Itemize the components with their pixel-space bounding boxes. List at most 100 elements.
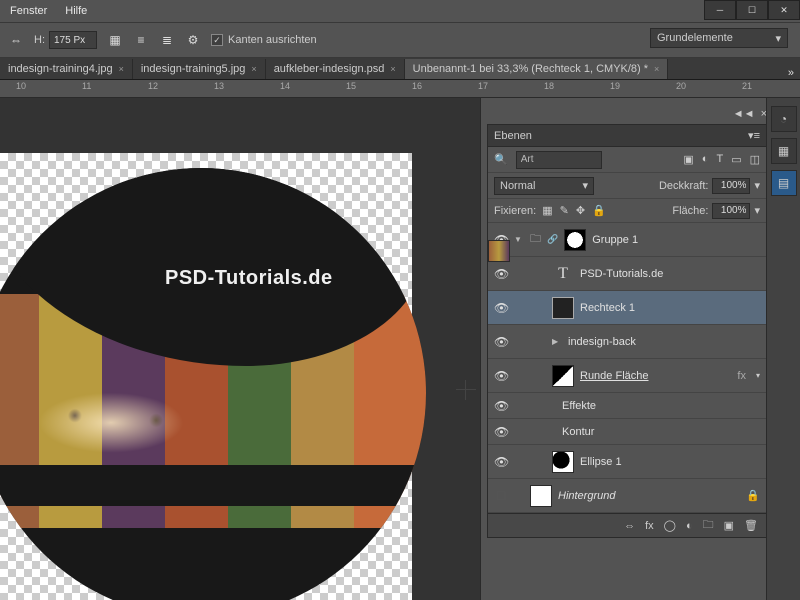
link-icon[interactable]: ⇔ [8, 32, 24, 48]
workspace-dropdown[interactable]: Grundelemente ▾ [650, 28, 788, 48]
lock-pos-icon[interactable]: ✥ [576, 204, 585, 217]
tab-doc-3[interactable]: aufkleber-indesign.psd× [266, 59, 405, 79]
blend-mode-dropdown[interactable]: Normal▾ [494, 177, 594, 195]
color-tab-icon[interactable]: ◔ [771, 106, 797, 132]
filter-input[interactable] [516, 151, 602, 169]
folder-icon: 🗀 [530, 230, 541, 249]
filter-shape-icon[interactable]: ▭ [731, 153, 741, 166]
height-input[interactable] [49, 31, 97, 49]
mask-icon[interactable]: ◯ [664, 519, 676, 532]
trash-icon[interactable]: 🗑 [744, 519, 758, 532]
chevron-down-icon: ▾ [775, 32, 781, 45]
tab-doc-1[interactable]: indesign-training4.jpg× [0, 59, 133, 79]
layer-name[interactable]: PSD-Tutorials.de [580, 268, 760, 280]
filter-adjust-icon[interactable]: ◐ [702, 153, 709, 166]
fill-input[interactable] [712, 203, 750, 219]
layer-ellipse[interactable]: 👁 Ellipse 1 [488, 445, 766, 479]
close-button[interactable]: ✕ [768, 0, 800, 20]
layer-name[interactable]: Ellipse 1 [580, 456, 760, 468]
layer-background[interactable]: ☐ Hintergrund 🔒 [488, 479, 766, 513]
layers-tab-icon[interactable]: ▤ [771, 170, 797, 196]
visibility-icon[interactable]: 👁 [494, 425, 508, 439]
close-icon[interactable]: × [654, 64, 659, 74]
layer-name[interactable]: Gruppe 1 [592, 234, 760, 246]
layer-thumb[interactable] [552, 297, 574, 319]
layer-back[interactable]: 👁 ▶ indesign-back [488, 325, 766, 359]
gear-icon[interactable]: ⚙ [185, 32, 201, 48]
align-icon-2[interactable]: ≡ [133, 32, 149, 48]
snap-checkbox[interactable]: ✓ Kanten ausrichten [211, 34, 317, 46]
visibility-icon[interactable]: ☐ [494, 489, 508, 503]
group-icon[interactable]: 🗀 [703, 516, 714, 535]
visibility-icon[interactable]: 👁 [494, 267, 508, 281]
lock-pixel-icon[interactable]: ✎ [560, 204, 569, 217]
visibility-icon[interactable]: 👁 [494, 301, 508, 315]
visibility-icon[interactable]: 👁 [494, 399, 508, 413]
new-layer-icon[interactable]: ▣ [724, 519, 734, 532]
layer-text[interactable]: 👁 T PSD-Tutorials.de [488, 257, 766, 291]
link-layers-icon[interactable]: ⇔ [624, 520, 635, 532]
layer-name[interactable]: Hintergrund [558, 490, 740, 502]
filter-type-icon[interactable]: T [716, 153, 723, 166]
layer-name[interactable]: Runde Fläche [580, 370, 731, 382]
window-controls: ─ ☐ ✕ [704, 0, 800, 20]
layer-effects[interactable]: 👁 Effekte [488, 393, 766, 419]
ruler: 10 11 12 13 14 15 16 17 18 19 20 21 [0, 80, 800, 98]
maximize-button[interactable]: ☐ [736, 0, 768, 20]
panel-collapse-bar[interactable]: ◄◄× [487, 108, 767, 122]
link-icon: 🔗 [547, 234, 558, 245]
layer-thumb[interactable] [530, 485, 552, 507]
chevron-down-icon[interactable]: ▾ [754, 204, 760, 217]
expand-icon[interactable]: ▼ [514, 235, 524, 244]
layer-thumb[interactable] [488, 240, 510, 262]
visibility-icon[interactable]: 👁 [494, 335, 508, 349]
chevron-down-icon[interactable]: ▾ [756, 371, 760, 380]
right-tool-column: ◔ ▦ ▤ [766, 98, 800, 600]
artwork-circle: PSD-Tutorials.de [0, 168, 426, 600]
layer-kontur[interactable]: 👁 Kontur [488, 419, 766, 445]
swatches-tab-icon[interactable]: ▦ [771, 138, 797, 164]
lock-trans-icon[interactable]: ▦ [542, 204, 552, 217]
tab-doc-4[interactable]: Unbenannt-1 bei 33,3% (Rechteck 1, CMYK/… [405, 59, 669, 79]
panel-menu-icon[interactable]: ▾≡ [748, 129, 760, 142]
snap-label: Kanten ausrichten [228, 34, 317, 46]
menu-hilfe[interactable]: Hilfe [65, 5, 87, 17]
layer-name[interactable]: indesign-back [568, 336, 760, 348]
panel-title[interactable]: Ebenen [494, 130, 532, 142]
lock-all-icon[interactable]: 🔒 [592, 204, 606, 217]
lock-label: Fixieren: [494, 205, 536, 217]
fx-badge[interactable]: fx [737, 370, 746, 382]
layer-filter-row: 🔍 ▣ ◐ T ▭ ◫ [488, 147, 766, 173]
filter-pixel-icon[interactable]: ▣ [683, 153, 693, 166]
filter-smart-icon[interactable]: ◫ [750, 153, 760, 166]
chevron-down-icon[interactable]: ▾ [754, 179, 760, 192]
layer-rect[interactable]: 👁 Rechteck 1 [488, 291, 766, 325]
align-icon-1[interactable]: ▦ [107, 32, 123, 48]
minimize-button[interactable]: ─ [704, 0, 736, 20]
layer-mask-thumb[interactable] [564, 229, 586, 251]
effect-name: Kontur [562, 426, 760, 438]
layer-round[interactable]: 👁 Runde Fläche fx ▾ [488, 359, 766, 393]
layer-thumb[interactable] [552, 451, 574, 473]
fx-icon[interactable]: fx [645, 520, 654, 532]
close-icon[interactable]: × [251, 64, 256, 74]
canvas-area[interactable]: PSD-Tutorials.de [0, 98, 480, 600]
layer-thumb[interactable] [552, 365, 574, 387]
expand-icon[interactable]: ▶ [552, 337, 562, 346]
tab-doc-2[interactable]: indesign-training5.jpg× [133, 59, 266, 79]
adjustment-icon[interactable]: ◐ [686, 520, 693, 532]
lock-icon[interactable]: 🔒 [746, 489, 760, 502]
visibility-icon[interactable]: 👁 [494, 369, 508, 383]
close-icon[interactable]: × [390, 64, 395, 74]
height-field: H: [34, 31, 97, 49]
layer-group[interactable]: 👁 ▼ 🗀 🔗 Gruppe 1 [488, 223, 766, 257]
align-icon-3[interactable]: ≣ [159, 32, 175, 48]
lock-row: Fixieren: ▦ ✎ ✥ 🔒 Fläche: ▾ [488, 199, 766, 223]
opacity-input[interactable] [712, 178, 750, 194]
close-icon[interactable]: × [119, 64, 124, 74]
panel-tab-row: Ebenen ▾≡ [488, 125, 766, 147]
visibility-icon[interactable]: 👁 [494, 455, 508, 469]
menu-fenster[interactable]: Fenster [10, 5, 47, 17]
layer-name[interactable]: Rechteck 1 [580, 302, 760, 314]
tab-overflow[interactable]: » [782, 67, 800, 79]
